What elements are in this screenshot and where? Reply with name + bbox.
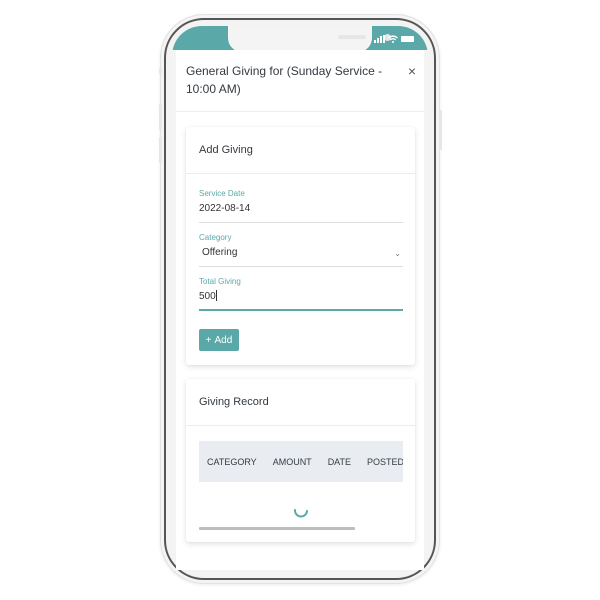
signal-icon [374, 35, 385, 43]
service-date-field[interactable]: Service Date 2022-08-14 [199, 189, 403, 223]
status-bar-left [172, 26, 236, 50]
status-icons [374, 34, 414, 43]
general-giving-modal: General Giving for (Sunday Service - 10:… [176, 50, 424, 570]
modal-header: General Giving for (Sunday Service - 10:… [176, 50, 424, 112]
service-date-label: Service Date [199, 189, 245, 198]
service-date-input[interactable]: 2022-08-14 [199, 202, 403, 223]
wifi-icon [388, 35, 398, 43]
add-giving-title: Add Giving [186, 127, 415, 174]
total-giving-input[interactable]: 500 [199, 290, 403, 311]
add-button-label: Add [214, 334, 233, 346]
column-header-amount[interactable]: AMOUNT [265, 457, 320, 467]
phone-mute-switch [159, 68, 162, 74]
phone-volume-down-button [159, 137, 162, 163]
category-select[interactable]: Offering ⌄ [199, 246, 403, 267]
giving-record-table-header: CATEGORY AMOUNT DATE POSTED BY [199, 441, 403, 482]
plus-icon: + [205, 334, 212, 346]
add-giving-card: Add Giving Service Date 2022-08-14 Categ… [186, 127, 415, 365]
text-cursor [215, 290, 217, 301]
category-selected-value: Offering [202, 247, 238, 258]
battery-icon [401, 36, 414, 42]
phone-notch [228, 26, 391, 52]
speaker-grille [338, 35, 366, 39]
giving-record-card: Giving Record CATEGORY AMOUNT DATE POSTE… [186, 379, 415, 542]
column-header-category[interactable]: CATEGORY [199, 457, 265, 467]
loading-spinner-icon [294, 509, 308, 518]
total-giving-value: 500 [199, 291, 216, 302]
status-bar [172, 26, 428, 52]
phone-volume-up-button [159, 104, 162, 130]
modal-body: Add Giving Service Date 2022-08-14 Categ… [176, 112, 424, 570]
column-header-date[interactable]: DATE [320, 457, 359, 467]
close-icon[interactable]: × [408, 62, 416, 80]
phone-power-button [439, 110, 442, 150]
table-horizontal-scrollbar[interactable] [199, 527, 355, 530]
column-header-posted-by[interactable]: POSTED BY [359, 457, 403, 467]
add-button[interactable]: + Add [199, 329, 239, 351]
category-field[interactable]: Category Offering ⌄ [199, 233, 403, 267]
chevron-down-icon[interactable]: ⌄ [394, 247, 401, 261]
total-giving-label: Total Giving [199, 277, 241, 286]
total-giving-field[interactable]: Total Giving 500 [199, 277, 403, 311]
modal-title: General Giving for (Sunday Service - 10:… [186, 64, 383, 96]
category-label: Category [199, 233, 232, 242]
giving-record-title: Giving Record [186, 379, 415, 426]
